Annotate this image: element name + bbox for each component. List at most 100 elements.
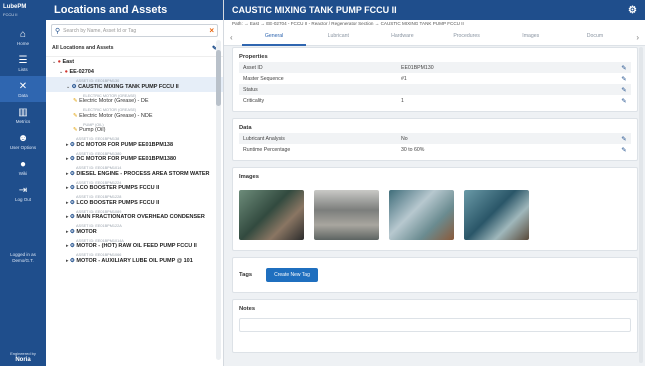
- field-label: Master Sequence: [243, 75, 284, 82]
- field-label: Asset ID: [243, 64, 263, 71]
- image-gallery: [233, 182, 637, 250]
- field-value: EE01BPM130: [401, 64, 434, 71]
- data-row: Runtime Percentage 30 to 60% ✎: [239, 144, 631, 155]
- field-label: Lubricant Analysis: [243, 135, 285, 142]
- tree-node[interactable]: ⌄ ● EE-02704: [46, 67, 223, 77]
- rail-item-label: Metrics: [15, 119, 31, 124]
- notes-card: Notes: [232, 299, 638, 353]
- field-value: No: [401, 135, 408, 142]
- asset-photo[interactable]: [464, 190, 529, 240]
- tab-hardware[interactable]: Hardware: [370, 28, 434, 46]
- properties-rows: Asset ID EE01BPM130 ✎ Master Sequence #1 ✎ Sta…: [233, 62, 637, 106]
- tree-search[interactable]: ⚲ Search by Name, Asset Id or Tag ×: [51, 24, 218, 37]
- edit-icon[interactable]: ✎: [617, 64, 631, 72]
- rail-item-wiki[interactable]: ● Wiki: [0, 154, 46, 180]
- tree-node[interactable]: ASSET ID: EE01BPM1228 ▸ ⚙ LCO BOOSTER PUM…: [46, 193, 223, 208]
- gear-icon[interactable]: ⚙: [628, 5, 637, 16]
- tree-node[interactable]: ELECTRIC MOTOR (GREASE) ✎ Electric Motor…: [46, 106, 223, 121]
- tab-general[interactable]: General: [242, 28, 307, 46]
- tree-node[interactable]: ASSET ID: EE01BPM122A ▸ ⚙ MOTOR: [46, 222, 223, 237]
- tree-scroll-thumb[interactable]: [216, 50, 221, 106]
- search-input[interactable]: Search by Name, Asset Id or Tag: [63, 28, 136, 34]
- asset-photo[interactable]: [314, 190, 379, 240]
- asset-detail: CAUSTIC MIXING TANK PUMP FCCU II ⚙ Path:…: [224, 0, 645, 366]
- properties-row: Master Sequence #1 ✎: [239, 73, 631, 84]
- tree-node-name: Electric Motor (Grease) - NDE: [79, 112, 153, 119]
- asset-photo[interactable]: [389, 190, 454, 240]
- asset-title: CAUSTIC MIXING TANK PUMP FCCU II: [232, 5, 397, 15]
- edit-icon[interactable]: ✎: [617, 97, 631, 105]
- tree-node[interactable]: PUMP (OIL) ✎ Pump (Oil): [46, 121, 223, 136]
- tree-header-label[interactable]: All Locations and Assets: [52, 45, 114, 52]
- chevron-left-icon[interactable]: ‹: [230, 33, 242, 42]
- properties-row: Asset ID EE01BPM130 ✎: [239, 62, 631, 73]
- rail-item-home[interactable]: ⌂ Home: [0, 24, 46, 50]
- tab-list: General Lubricant Hardware Procedures Images…: [242, 28, 627, 46]
- field-value: 1: [401, 97, 404, 104]
- detail-content: Properties Asset ID EE01BPM130 ✎ Master Seq…: [232, 47, 638, 366]
- content-scrollbar[interactable]: [639, 47, 643, 363]
- tree-node-name: DC MOTOR FOR PUMP EE01BPM138: [76, 141, 174, 148]
- logout-icon: ⇥: [18, 185, 28, 196]
- tree-scrollbar[interactable]: [216, 40, 221, 360]
- properties-title: Properties: [239, 54, 268, 60]
- tab-images[interactable]: Images: [499, 28, 563, 46]
- tree-node[interactable]: ASSET ID: EE01BPM1014A ▸ ⚙ MOTOR - (HOT) …: [46, 237, 223, 252]
- tree-title: Locations and Assets: [46, 0, 223, 20]
- app-logo[interactable]: LubePM FCCU II: [0, 0, 46, 24]
- rail-item-log-out[interactable]: ⇥ Log Out: [0, 180, 46, 206]
- tree-node-name: MOTOR: [76, 228, 97, 235]
- tree-node[interactable]: ASSET ID: EE01BPM1380 ▸ ⚙ DC MOTOR FOR PU…: [46, 150, 223, 165]
- rail-item-lists[interactable]: ☰ Lists: [0, 50, 46, 76]
- tree-node-name: Pump (Oil): [79, 127, 106, 133]
- tools-icon: ✕: [18, 81, 28, 92]
- chevron-right-icon[interactable]: ›: [627, 33, 639, 42]
- rail-item-label: Log Out: [14, 197, 31, 202]
- tree-node[interactable]: ASSET ID: EE01BPM1014 ▸ ⚙ DIESEL ENGINE -…: [46, 164, 223, 179]
- asset-tree-panel: Locations and Assets ⚲ Search by Name, A…: [46, 0, 224, 366]
- edit-icon[interactable]: ✎: [617, 75, 631, 83]
- rail-item-user-options[interactable]: ☻ User Options: [0, 128, 46, 154]
- tab-lubricant[interactable]: Lubricant: [306, 28, 370, 46]
- tree-node[interactable]: ASSET ID: EE01BPM130 ⌄ ⚙ CAUSTIC MIXING T…: [46, 77, 223, 92]
- create-tag-button[interactable]: Create New Tag: [266, 268, 318, 282]
- clear-search-icon[interactable]: ×: [209, 26, 214, 35]
- tree-node[interactable]: ⌄ ● East: [46, 57, 223, 67]
- tags-title: Tags: [239, 272, 253, 278]
- tab-docum[interactable]: Docum: [563, 28, 627, 46]
- login-user[interactable]: Demo/G.T.: [0, 258, 46, 264]
- tree-node-name: Electric Motor (Grease) - DE: [79, 98, 149, 104]
- properties-row: Criticality 1 ✎: [239, 95, 631, 106]
- tree-node[interactable]: ASSET ID: EE01BPM1089 ▸ ⚙ MAIN FRACTIONAT…: [46, 208, 223, 223]
- asset-photo[interactable]: [239, 190, 304, 240]
- tree-node[interactable]: ASSET ID: EE01BPM1066 ▸ ⚙ MOTOR - AUXILIA…: [46, 251, 223, 266]
- rail-item-data[interactable]: ✕ Data: [0, 76, 46, 102]
- edit-icon[interactable]: ✎: [617, 86, 631, 94]
- notes-input[interactable]: [239, 318, 631, 332]
- engineered-by: Engineered by Noria: [0, 351, 46, 363]
- data-row: Lubricant Analysis No ✎: [239, 133, 631, 144]
- tree-node-name: LCO BOOSTER PUMPS FCCU II: [76, 185, 160, 191]
- rail-items: ⌂ Home ☰ Lists ✕ Data ▥ Metrics ☻ User Options ● Wi…: [0, 24, 46, 206]
- field-value: 30 to 60%: [401, 146, 425, 153]
- images-card: Images: [232, 167, 638, 251]
- rail-item-metrics[interactable]: ▥ Metrics: [0, 102, 46, 128]
- login-info: Logged in as Demo/G.T.: [0, 252, 46, 264]
- tree-node[interactable]: ASSET ID: EE01BPM138 ▸ ⚙ DC MOTOR FOR PUM…: [46, 135, 223, 150]
- tree-node-name: MOTOR - AUXILIARY LUBE OIL PUMP @ 101: [76, 257, 193, 264]
- footer-brand: Noria: [15, 357, 31, 363]
- tree-node[interactable]: ELECTRIC MOTOR (GREASE) ✎ Electric Motor…: [46, 92, 223, 107]
- nav-rail: LubePM FCCU II ⌂ Home ☰ Lists ✕ Data ▥ Metrics ☻…: [0, 0, 46, 366]
- tree-node[interactable]: ASSET ID: EE01BPM1224 ▸ ⚙ LCO BOOSTER PUM…: [46, 179, 223, 194]
- metrics-icon: ▥: [18, 107, 28, 118]
- tree-header: All Locations and Assets ✎: [46, 41, 223, 57]
- info-icon: ●: [19, 159, 27, 170]
- properties-row: Status ✎: [239, 84, 631, 95]
- edit-icon[interactable]: ✎: [617, 146, 631, 154]
- edit-icon[interactable]: ✎: [617, 135, 631, 143]
- tree-node-name: EE-02704: [69, 69, 94, 75]
- tab-procedures[interactable]: Procedures: [435, 28, 499, 46]
- field-label: Status: [243, 86, 258, 93]
- field-label: Criticality: [243, 97, 265, 104]
- tree-node-meta: ASSET ID: EE01BPM122A: [76, 224, 122, 228]
